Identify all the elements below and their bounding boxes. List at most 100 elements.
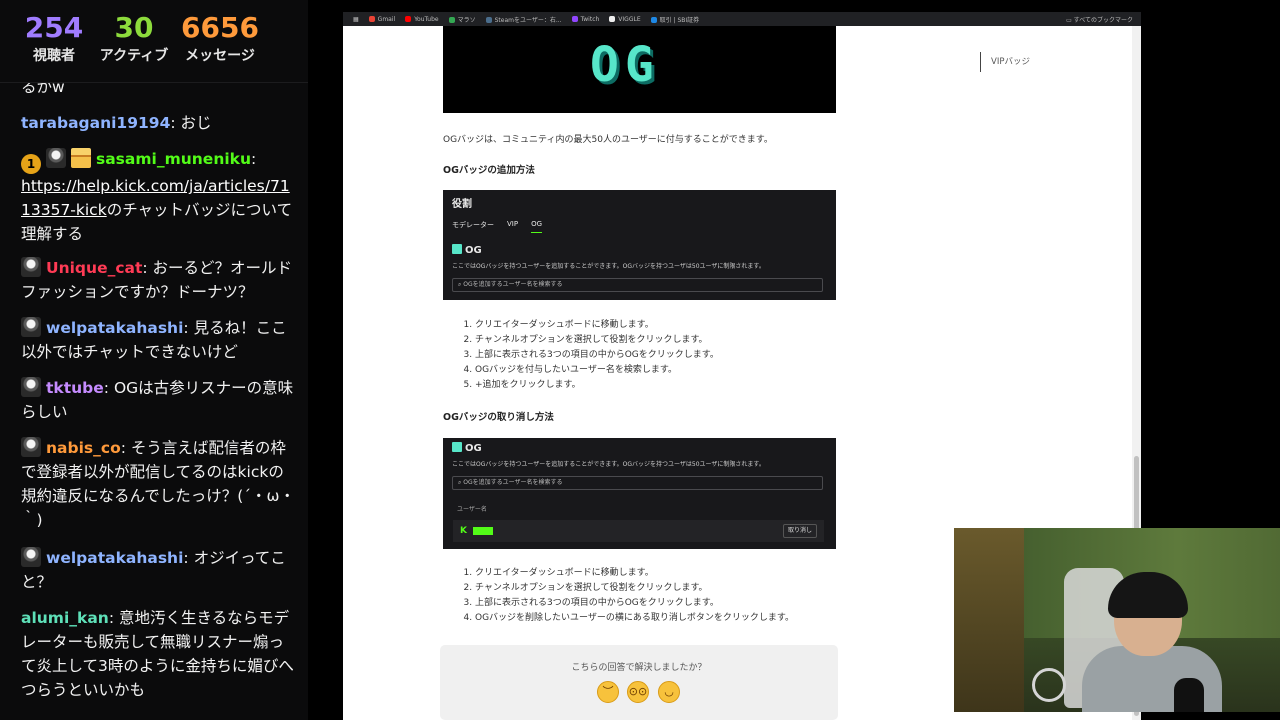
list-item: OGバッジを付与したいユーザー名を検索します。	[475, 363, 719, 378]
fan-icon	[1032, 668, 1066, 702]
disappointed-face-icon[interactable]: ︶	[597, 681, 619, 703]
list-item: OGバッジを削除したいユーザーの横にある取り消しボタンをクリックします。	[475, 611, 794, 626]
list-item: チャンネルオプションを選択して役割をクリックします。	[475, 333, 719, 348]
og-badge-image: OG	[443, 26, 836, 113]
bookmark-twitch[interactable]: Twitch	[571, 15, 600, 23]
list-item: 上部に表示される3つの項目の中からOGをクリックします。	[475, 348, 719, 363]
og-section-title: OG	[452, 442, 482, 454]
webcam-door	[954, 528, 1024, 712]
chat-message-list[interactable]: るかw tarabagani19194: おじ 1 sasami_muneniku…	[0, 82, 308, 720]
webcam-feed	[954, 528, 1280, 712]
viewers-stat: 254 視聴者	[14, 0, 94, 82]
bookmark-gmail[interactable]: Gmail	[368, 15, 396, 23]
toc-item-label: VIPバッジ	[991, 57, 1030, 67]
message-text: るかw	[21, 82, 65, 96]
active-label: アクティブ	[99, 48, 169, 64]
smiling-face-icon[interactable]: ◡	[658, 681, 680, 703]
feedback-box: こちらの回答で解決しましたか？ ︶ ⊙⊙ ◡	[440, 645, 838, 720]
neutral-face-icon[interactable]: ⊙⊙	[627, 681, 649, 703]
chat-message: alumi_kan: 意地汚く生きるならモデレーターも販売して無職リスナー煽って…	[21, 606, 297, 702]
messages-stat: 6656 メッセージ	[174, 0, 266, 82]
chat-username[interactable]: sasami_muneniku	[96, 150, 251, 168]
search-placeholder: OGを追加するユーザー名を検索する	[463, 479, 563, 486]
username-colon: :	[103, 379, 114, 397]
youtube-icon	[405, 15, 412, 22]
bookmark-youtube[interactable]: YouTube	[405, 15, 439, 23]
table-row: K 取り消し	[453, 520, 824, 542]
apps-icon[interactable]: ▦	[353, 16, 359, 23]
chat-message: Unique_cat: おーるど？オールドファッションですか？ドーナツ？	[21, 256, 297, 304]
og-description: ここではOGバッジを持つユーザーを追加することができます。OGバッジを持つユーザ…	[452, 461, 765, 468]
chat-message: 1 sasami_muneniku: https://help.kick.com/…	[21, 147, 297, 246]
remove-steps-list: クリエイターダッシュボードに移動します。 チャンネルオプションを選択して役割をク…	[463, 566, 794, 626]
chat-username[interactable]: welpatakahashi	[46, 319, 183, 337]
redacted-username	[473, 527, 493, 535]
add-heading: OGバッジの追加方法	[443, 165, 535, 176]
all-bookmarks-button[interactable]: ▭ すべてのブックマーク	[1066, 15, 1133, 24]
bookmark-label: Steamをユーザー：右...	[494, 16, 562, 24]
gift-badge-icon	[71, 148, 91, 168]
bookmark-label: 取引 | SBI証券	[659, 16, 700, 24]
chat-username[interactable]: tarabagani19194	[21, 114, 170, 132]
chat-username[interactable]: nabis_co	[46, 439, 121, 457]
bookmark-label: VIGGLE	[618, 15, 641, 23]
sbi-icon	[650, 16, 657, 23]
bookmark-steam[interactable]: Steamをユーザー：右...	[485, 15, 562, 24]
og-badge-icon	[452, 442, 462, 452]
folder-icon: ▭	[1066, 17, 1074, 24]
og-description: ここではOGバッジを持つユーザーを追加することができます。OGバッジを持つユーザ…	[452, 263, 765, 270]
username-colon: :	[142, 259, 153, 277]
message-text: おじ	[180, 114, 212, 132]
viewers-count: 254	[24, 11, 84, 44]
microphone-icon	[1174, 678, 1204, 712]
og-badge-icon	[452, 244, 462, 254]
add-steps-list: クリエイターダッシュボードに移動します。 チャンネルオプションを選択して役割をク…	[463, 318, 719, 393]
chat-message: welpatakahashi: 見るね！ここ以外ではチャットできないけど	[21, 316, 297, 364]
og-search-input: ⌕ OGを追加するユーザー名を検索する	[452, 278, 823, 292]
bookmark-sbi[interactable]: 取引 | SBI証券	[650, 15, 700, 24]
remove-button: 取り消し	[782, 524, 817, 538]
viewers-label: 視聴者	[33, 48, 75, 64]
og-remove-screenshot: OG ここではOGバッジを持つユーザーを追加することができます。OGバッジを持つ…	[443, 438, 836, 549]
username-colon: :	[251, 150, 257, 168]
username-column-header: ユーザー名	[457, 506, 487, 513]
twitch-icon	[571, 15, 578, 22]
active-count: 30	[114, 11, 154, 44]
gmail-icon	[368, 15, 375, 22]
feedback-question: こちらの回答で解決しましたか？	[571, 663, 707, 673]
bookmark-viggle[interactable]: VIGGLE	[609, 15, 641, 23]
chat-username[interactable]: alumi_kan	[21, 609, 109, 627]
chat-message: tktube: OGは古参リスナーの意味らしい	[21, 376, 297, 424]
chat-username[interactable]: Unique_cat	[46, 259, 142, 277]
tab-og: OG	[531, 220, 543, 233]
chat-message: るかw	[21, 82, 297, 99]
intro-paragraph: OGバッジは、コミュニティ内の最大50人のユーザーに付与することができます。	[443, 135, 773, 145]
list-item: クリエイターダッシュボードに移動します。	[475, 566, 794, 581]
subscriber-badge-icon	[21, 547, 41, 567]
og-section-title: OG	[452, 244, 482, 256]
toc-item-vip-badge[interactable]: VIPバッジ	[980, 52, 1030, 72]
username-colon: :	[183, 549, 194, 567]
og-title-text: OG	[465, 443, 482, 454]
username-colon: :	[108, 609, 119, 627]
username-colon: :	[170, 114, 181, 132]
viggle-icon	[609, 15, 616, 22]
subscriber-badge-icon	[21, 257, 41, 277]
stream-chat-panel: 254 視聴者 30 アクティブ 6656 メッセージ るかw tarabaga…	[0, 0, 308, 720]
all-bookmarks-label: すべてのブックマーク	[1073, 17, 1133, 24]
bookmark-label: Gmail	[377, 15, 396, 23]
messages-count: 6656	[181, 11, 259, 44]
chat-username[interactable]: welpatakahashi	[46, 549, 183, 567]
bookmarks-bar: ▦ Gmail YouTube マラソ Steamをユーザー：右... Twit…	[343, 12, 1141, 26]
subscriber-badge-icon	[21, 437, 41, 457]
og-search-input: ⌕ OGを追加するユーザー名を検索する	[452, 476, 823, 490]
list-item: クリエイターダッシュボードに移動します。	[475, 318, 719, 333]
bookmark-label: Twitch	[580, 15, 600, 23]
list-item: +追加をクリックします。	[475, 378, 719, 393]
username-colon: :	[120, 439, 131, 457]
chat-message: welpatakahashi: オジイってこと？	[21, 546, 297, 594]
bookmark-marathon[interactable]: マラソ	[448, 15, 476, 24]
remove-heading: OGバッジの取り消し方法	[443, 412, 554, 423]
chat-username[interactable]: tktube	[46, 379, 104, 397]
roles-tabs: モデレーター VIP OG	[452, 220, 555, 233]
